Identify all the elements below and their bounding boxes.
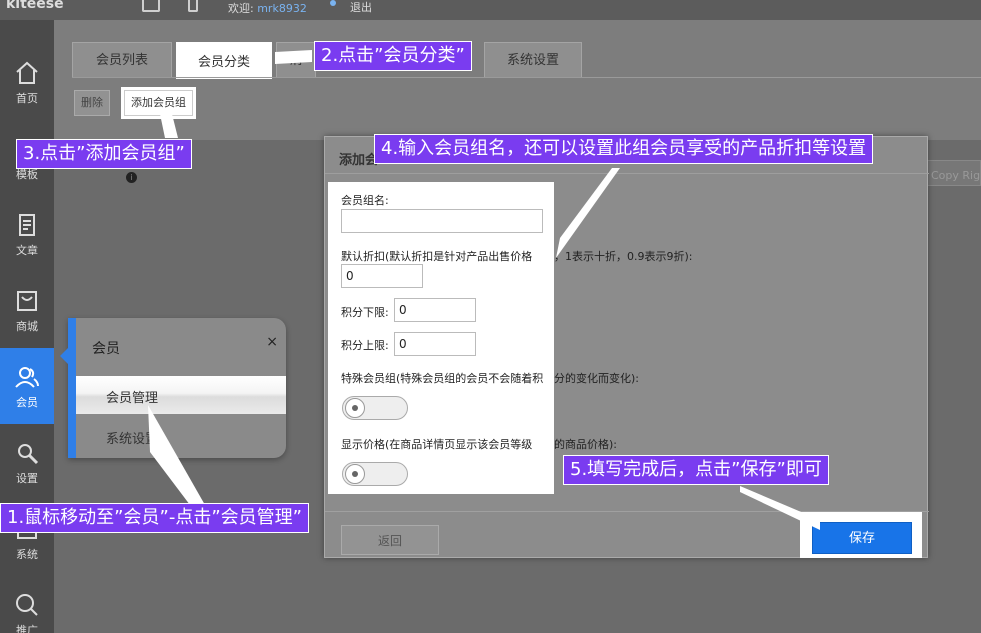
callout-step1: 1.鼠标移动至”会员”-点击”会员管理”: [0, 503, 309, 533]
callout-step5: 5.填写完成后，点击”保存”即可: [563, 455, 829, 485]
callout-step2: 2.点击”会员分类”: [314, 41, 472, 71]
callout-step3: 3.点击”添加会员组”: [16, 139, 192, 169]
annotation-pointers: [148, 50, 820, 530]
callout-step4: 4.输入会员组名，还可以设置此组会员享受的产品折扣等设置: [374, 134, 874, 164]
